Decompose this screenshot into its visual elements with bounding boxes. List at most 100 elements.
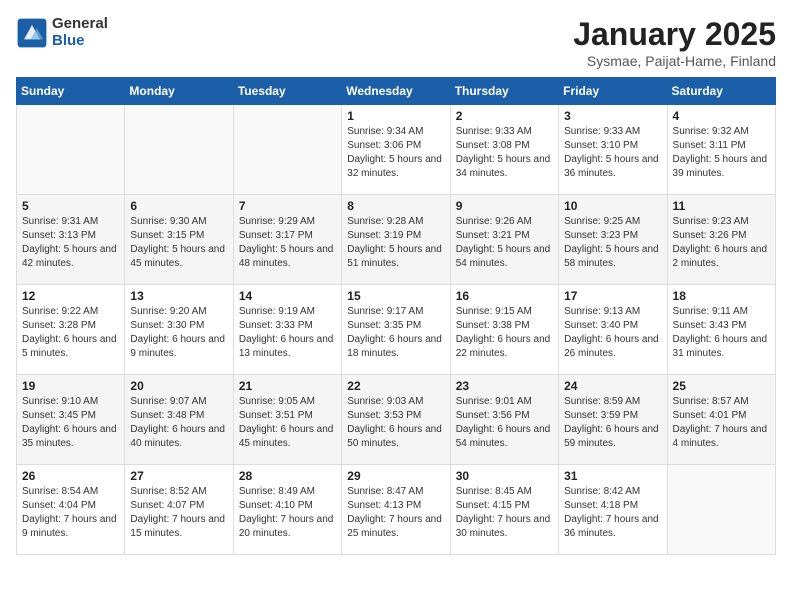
calendar-cell: 18Sunrise: 9:11 AMSunset: 3:43 PMDayligh… — [667, 285, 775, 375]
calendar-week-row: 5Sunrise: 9:31 AMSunset: 3:13 PMDaylight… — [17, 195, 776, 285]
day-info: Daylight: 5 hours and 36 minutes. — [564, 153, 661, 181]
day-info: Sunrise: 9:17 AM — [347, 305, 444, 319]
day-info: Daylight: 5 hours and 39 minutes. — [673, 153, 770, 181]
day-info: Sunrise: 9:31 AM — [22, 215, 119, 229]
day-info: Sunset: 3:19 PM — [347, 229, 444, 243]
day-info: Daylight: 6 hours and 9 minutes. — [130, 333, 227, 361]
day-number: 13 — [130, 289, 227, 303]
day-number: 24 — [564, 379, 661, 393]
day-info: Sunrise: 8:42 AM — [564, 485, 661, 499]
day-info: Daylight: 7 hours and 4 minutes. — [673, 423, 770, 451]
day-info: Sunset: 3:10 PM — [564, 139, 661, 153]
day-info: Sunset: 3:48 PM — [130, 409, 227, 423]
day-info: Daylight: 7 hours and 9 minutes. — [22, 513, 119, 541]
weekday-header-saturday: Saturday — [667, 78, 775, 105]
calendar-cell — [667, 465, 775, 555]
calendar-cell: 17Sunrise: 9:13 AMSunset: 3:40 PMDayligh… — [559, 285, 667, 375]
calendar-week-row: 26Sunrise: 8:54 AMSunset: 4:04 PMDayligh… — [17, 465, 776, 555]
day-info: Daylight: 6 hours and 40 minutes. — [130, 423, 227, 451]
header: General Blue January 2025 Sysmae, Paijat… — [16, 16, 776, 69]
day-info: Sunset: 3:56 PM — [456, 409, 553, 423]
day-info: Sunset: 3:33 PM — [239, 319, 336, 333]
calendar-cell: 14Sunrise: 9:19 AMSunset: 3:33 PMDayligh… — [233, 285, 341, 375]
logo-icon — [16, 17, 48, 49]
day-info: Sunrise: 9:34 AM — [347, 125, 444, 139]
day-info: Daylight: 6 hours and 45 minutes. — [239, 423, 336, 451]
calendar-cell: 8Sunrise: 9:28 AMSunset: 3:19 PMDaylight… — [342, 195, 450, 285]
day-info: Sunset: 3:13 PM — [22, 229, 119, 243]
day-info: Sunset: 3:06 PM — [347, 139, 444, 153]
day-info: Daylight: 5 hours and 45 minutes. — [130, 243, 227, 271]
day-info: Daylight: 6 hours and 22 minutes. — [456, 333, 553, 361]
day-info: Sunset: 4:18 PM — [564, 499, 661, 513]
day-info: Sunrise: 9:19 AM — [239, 305, 336, 319]
day-info: Sunrise: 9:25 AM — [564, 215, 661, 229]
day-info: Sunset: 3:35 PM — [347, 319, 444, 333]
day-info: Daylight: 7 hours and 20 minutes. — [239, 513, 336, 541]
day-number: 11 — [673, 199, 770, 213]
calendar-cell: 13Sunrise: 9:20 AMSunset: 3:30 PMDayligh… — [125, 285, 233, 375]
weekday-header-monday: Monday — [125, 78, 233, 105]
day-info: Sunrise: 9:32 AM — [673, 125, 770, 139]
calendar-cell: 15Sunrise: 9:17 AMSunset: 3:35 PMDayligh… — [342, 285, 450, 375]
day-info: Daylight: 6 hours and 59 minutes. — [564, 423, 661, 451]
day-info: Sunset: 4:10 PM — [239, 499, 336, 513]
day-info: Sunset: 3:23 PM — [564, 229, 661, 243]
weekday-header-thursday: Thursday — [450, 78, 558, 105]
calendar-cell: 21Sunrise: 9:05 AMSunset: 3:51 PMDayligh… — [233, 375, 341, 465]
day-info: Sunrise: 9:29 AM — [239, 215, 336, 229]
day-info: Daylight: 5 hours and 32 minutes. — [347, 153, 444, 181]
weekday-header-wednesday: Wednesday — [342, 78, 450, 105]
day-number: 7 — [239, 199, 336, 213]
day-number: 29 — [347, 469, 444, 483]
day-number: 22 — [347, 379, 444, 393]
calendar-cell: 31Sunrise: 8:42 AMSunset: 4:18 PMDayligh… — [559, 465, 667, 555]
calendar-cell: 9Sunrise: 9:26 AMSunset: 3:21 PMDaylight… — [450, 195, 558, 285]
day-info: Sunset: 3:45 PM — [22, 409, 119, 423]
day-info: Sunrise: 9:15 AM — [456, 305, 553, 319]
logo-blue: Blue — [52, 33, 108, 50]
day-info: Daylight: 5 hours and 54 minutes. — [456, 243, 553, 271]
day-info: Sunset: 3:53 PM — [347, 409, 444, 423]
calendar-header: SundayMondayTuesdayWednesdayThursdayFrid… — [17, 78, 776, 105]
calendar-subtitle: Sysmae, Paijat-Hame, Finland — [573, 53, 776, 69]
calendar-title: January 2025 — [573, 16, 776, 53]
day-number: 17 — [564, 289, 661, 303]
calendar-cell: 30Sunrise: 8:45 AMSunset: 4:15 PMDayligh… — [450, 465, 558, 555]
day-info: Daylight: 6 hours and 2 minutes. — [673, 243, 770, 271]
calendar-cell: 29Sunrise: 8:47 AMSunset: 4:13 PMDayligh… — [342, 465, 450, 555]
day-info: Daylight: 6 hours and 26 minutes. — [564, 333, 661, 361]
day-info: Daylight: 6 hours and 50 minutes. — [347, 423, 444, 451]
day-info: Sunset: 4:07 PM — [130, 499, 227, 513]
calendar-week-row: 1Sunrise: 9:34 AMSunset: 3:06 PMDaylight… — [17, 105, 776, 195]
day-info: Daylight: 5 hours and 42 minutes. — [22, 243, 119, 271]
day-info: Sunrise: 9:07 AM — [130, 395, 227, 409]
calendar-cell: 20Sunrise: 9:07 AMSunset: 3:48 PMDayligh… — [125, 375, 233, 465]
day-info: Sunrise: 9:28 AM — [347, 215, 444, 229]
calendar-cell: 28Sunrise: 8:49 AMSunset: 4:10 PMDayligh… — [233, 465, 341, 555]
logo-text: General Blue — [52, 16, 108, 49]
logo: General Blue — [16, 16, 108, 49]
calendar-cell: 16Sunrise: 9:15 AMSunset: 3:38 PMDayligh… — [450, 285, 558, 375]
day-number: 2 — [456, 109, 553, 123]
day-number: 1 — [347, 109, 444, 123]
day-info: Daylight: 6 hours and 54 minutes. — [456, 423, 553, 451]
day-info: Daylight: 6 hours and 18 minutes. — [347, 333, 444, 361]
day-number: 19 — [22, 379, 119, 393]
day-info: Sunset: 3:15 PM — [130, 229, 227, 243]
day-info: Daylight: 7 hours and 36 minutes. — [564, 513, 661, 541]
day-info: Sunrise: 8:57 AM — [673, 395, 770, 409]
calendar-cell: 4Sunrise: 9:32 AMSunset: 3:11 PMDaylight… — [667, 105, 775, 195]
day-info: Daylight: 6 hours and 35 minutes. — [22, 423, 119, 451]
weekday-row: SundayMondayTuesdayWednesdayThursdayFrid… — [17, 78, 776, 105]
day-info: Daylight: 6 hours and 31 minutes. — [673, 333, 770, 361]
calendar-cell: 23Sunrise: 9:01 AMSunset: 3:56 PMDayligh… — [450, 375, 558, 465]
calendar-cell — [233, 105, 341, 195]
day-number: 27 — [130, 469, 227, 483]
day-info: Sunrise: 9:22 AM — [22, 305, 119, 319]
day-info: Sunset: 3:26 PM — [673, 229, 770, 243]
day-info: Sunset: 3:21 PM — [456, 229, 553, 243]
day-number: 30 — [456, 469, 553, 483]
day-number: 25 — [673, 379, 770, 393]
day-info: Sunrise: 8:52 AM — [130, 485, 227, 499]
